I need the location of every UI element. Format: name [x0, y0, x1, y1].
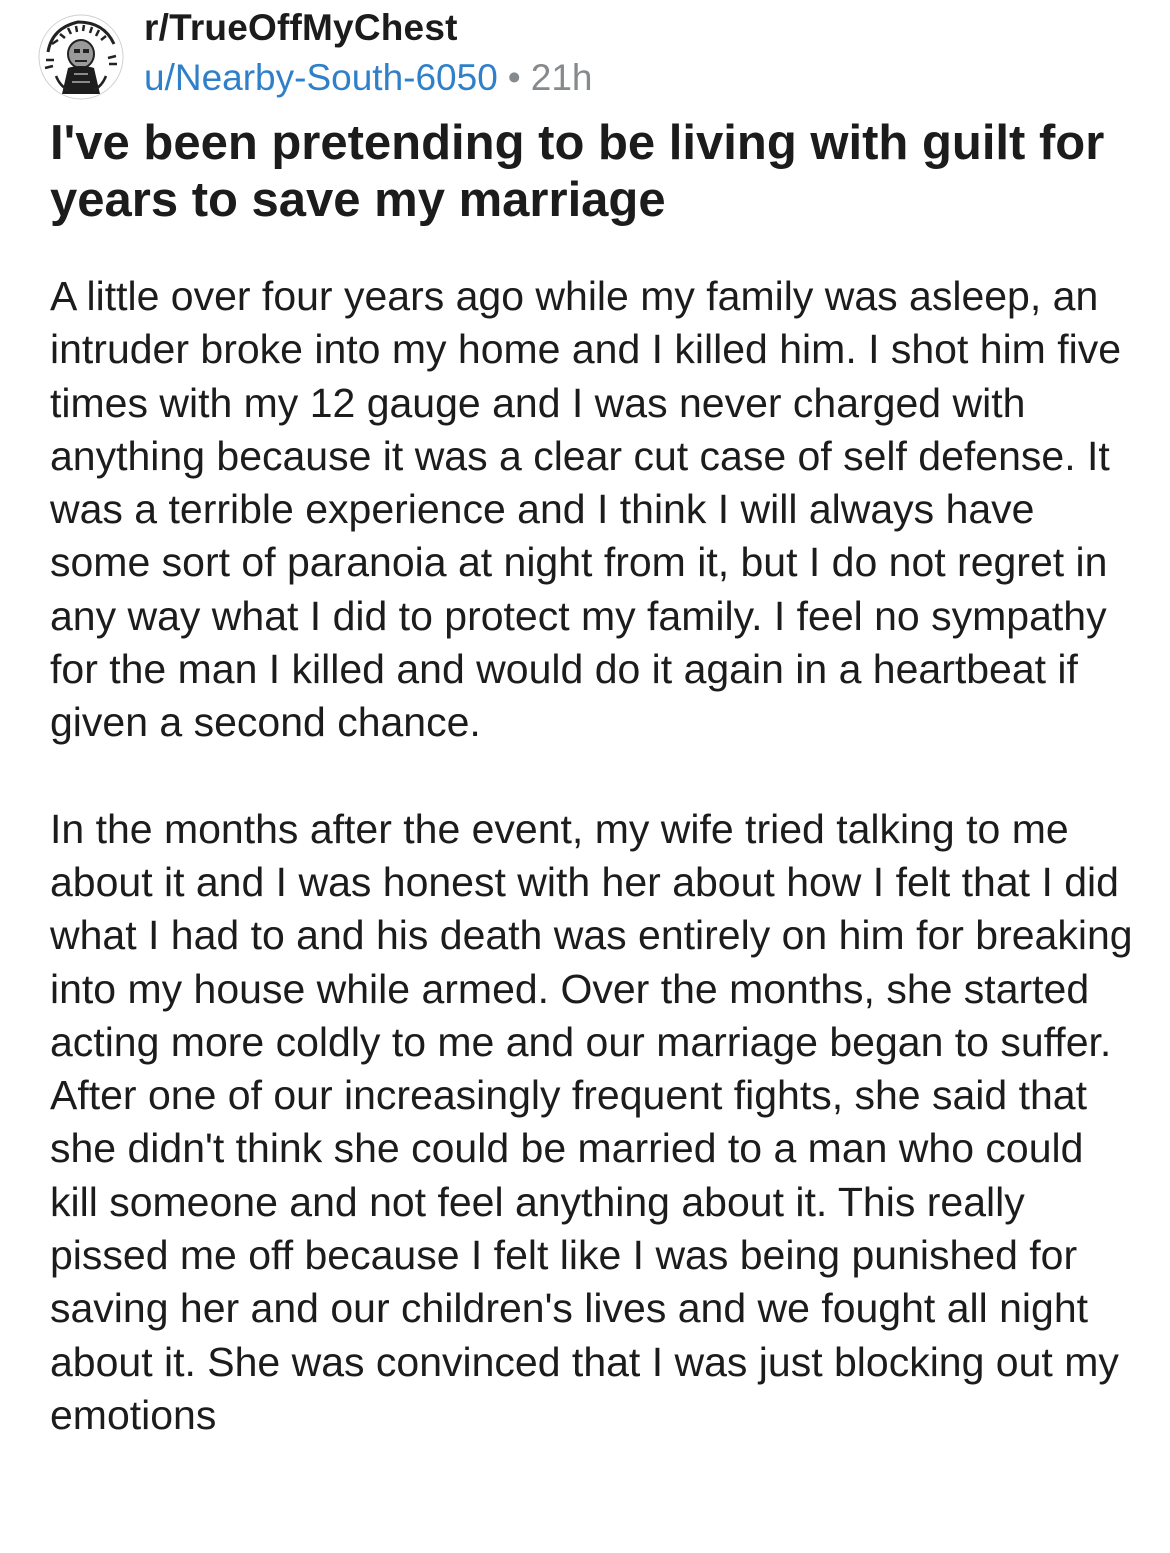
- post-header: r/TrueOffMyChest u/Nearby-South-6050 • 21h: [38, 6, 1138, 106]
- post-paragraph: In the months after the event, my wife t…: [50, 805, 1133, 1438]
- meta-separator: •: [507, 57, 521, 98]
- post-paragraph: A little over four years ago while my fa…: [50, 273, 1122, 746]
- subreddit-avatar-icon[interactable]: [38, 14, 124, 100]
- author-username[interactable]: u/Nearby-South-6050: [144, 57, 498, 98]
- post-title[interactable]: I've been pretending to be living with g…: [50, 115, 1140, 229]
- post-meta: u/Nearby-South-6050 • 21h: [144, 56, 592, 100]
- post-timestamp: 21h: [530, 57, 593, 98]
- subreddit-name[interactable]: r/TrueOffMyChest: [144, 6, 458, 50]
- post-body: A little over four years ago while my fa…: [50, 270, 1140, 1442]
